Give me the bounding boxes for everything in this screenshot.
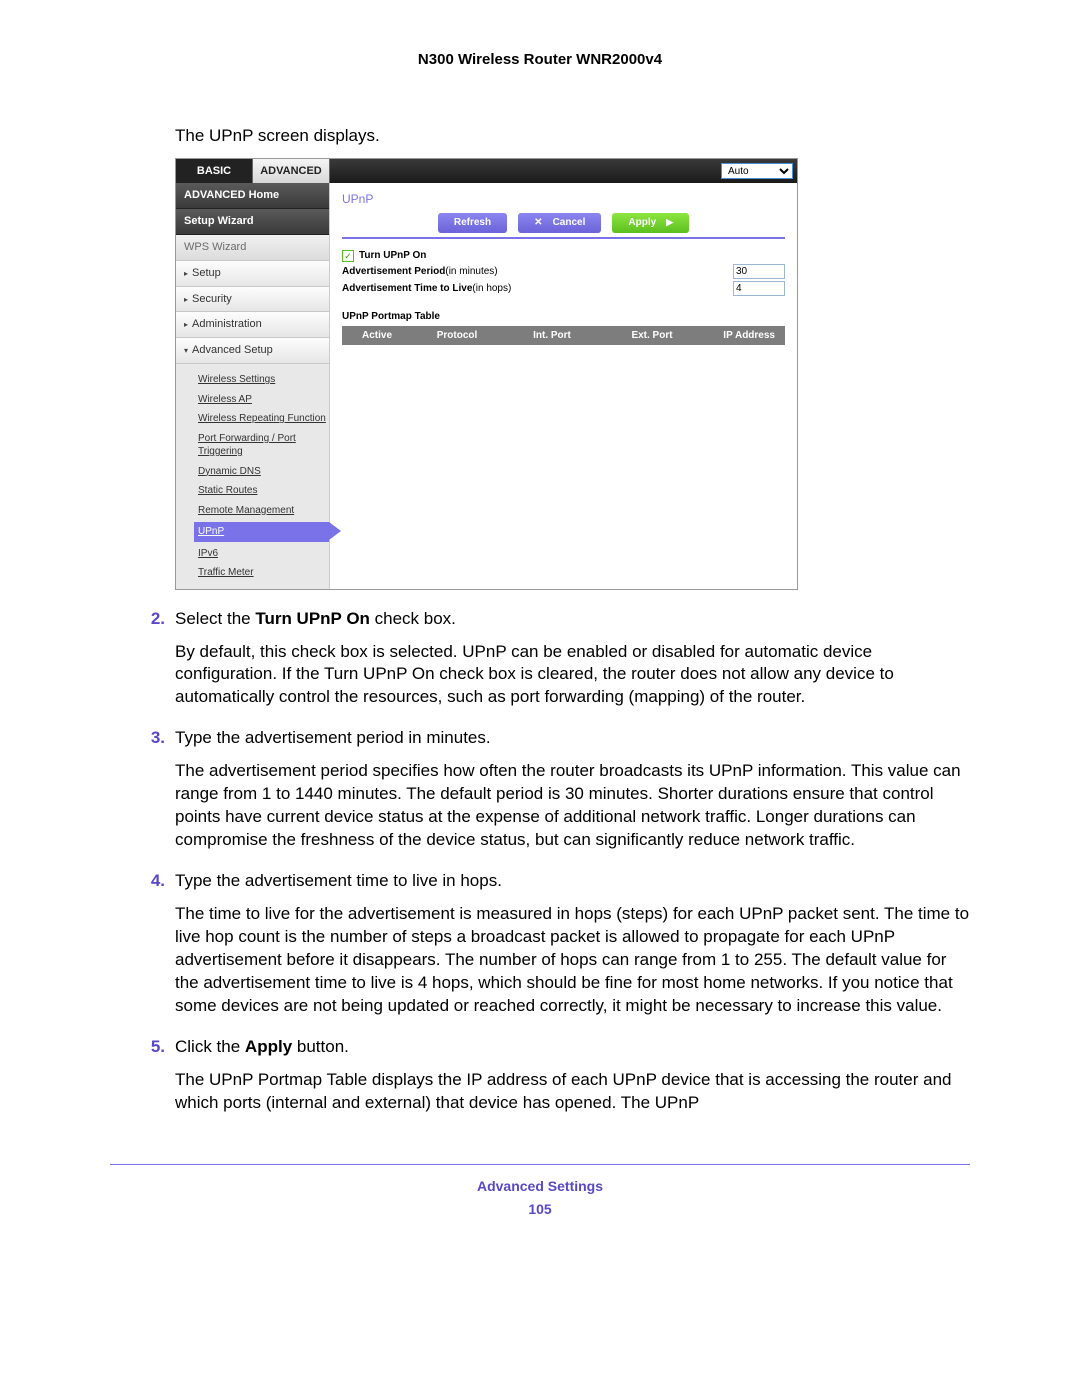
router-ui-panel: BASIC ADVANCED Auto ADVANCED Home Setup … [175, 158, 798, 589]
apply-button[interactable]: Apply▶ [612, 213, 689, 233]
sidebar-setup-wizard[interactable]: Setup Wizard [176, 209, 329, 235]
submenu-static-routes[interactable]: Static Routes [198, 481, 329, 501]
submenu-ipv6[interactable]: IPv6 [198, 544, 329, 564]
page-title: UPnP [342, 191, 785, 207]
turn-upnp-on-checkbox[interactable]: ✓ [342, 250, 354, 262]
step-2: 2. Select the Turn UPnP On check box. By… [110, 608, 970, 720]
tab-advanced[interactable]: ADVANCED [253, 159, 330, 183]
step-5-para: The UPnP Portmap Table displays the IP a… [175, 1069, 970, 1115]
submenu-wireless-repeating[interactable]: Wireless Repeating Function [198, 409, 329, 429]
refresh-button[interactable]: Refresh [438, 213, 507, 233]
step-4-line: Type the advertisement time to live in h… [175, 870, 970, 893]
turn-upnp-on-label: Turn UPnP On [359, 249, 785, 263]
tab-basic[interactable]: BASIC [176, 159, 253, 183]
col-active: Active [342, 326, 412, 346]
step-number: 4. [110, 870, 175, 1028]
submenu-wireless-ap[interactable]: Wireless AP [198, 390, 329, 410]
submenu-remote-management[interactable]: Remote Management [198, 501, 329, 521]
submenu-port-forwarding[interactable]: Port Forwarding / Port Triggering [198, 429, 329, 462]
adv-period-field[interactable] [733, 264, 785, 279]
chevron-right-icon: ▸ [184, 269, 188, 278]
chevron-right-icon: ▸ [184, 320, 188, 329]
auto-select[interactable]: Auto [721, 163, 793, 179]
step-2-line: Select the Turn UPnP On check box. [175, 608, 970, 631]
sidebar-setup[interactable]: ▸Setup [176, 261, 329, 287]
chevron-down-icon: ▾ [184, 346, 188, 355]
step-3: 3. Type the advertisement period in minu… [110, 727, 970, 862]
step-number: 5. [110, 1036, 175, 1125]
col-int-port: Int. Port [502, 326, 602, 346]
step-5-line: Click the Apply button. [175, 1036, 970, 1059]
footer-page-number: 105 [110, 1200, 970, 1219]
chevron-right-icon: ▸ [184, 295, 188, 304]
col-ip-address: IP Address [702, 326, 785, 346]
sidebar-administration[interactable]: ▸Administration [176, 312, 329, 338]
content-area: UPnP Refresh ✕Cancel Apply▶ ✓ Turn UPnP … [330, 183, 797, 588]
sidebar-submenu: Wireless Settings Wireless AP Wireless R… [176, 364, 329, 589]
step-4: 4. Type the advertisement time to live i… [110, 870, 970, 1028]
step-number: 3. [110, 727, 175, 862]
adv-ttl-field[interactable] [733, 281, 785, 296]
divider [342, 237, 785, 239]
close-icon: ✕ [534, 217, 542, 228]
step-5: 5. Click the Apply button. The UPnP Port… [110, 1036, 970, 1125]
sidebar-advanced-setup[interactable]: ▾Advanced Setup [176, 338, 329, 364]
step-2-para: By default, this check box is selected. … [175, 641, 970, 710]
adv-ttl-label: Advertisement Time to Live(in hops) [342, 282, 733, 296]
document-header: N300 Wireless Router WNR2000v4 [110, 50, 970, 70]
footer-section-title: Advanced Settings [110, 1177, 970, 1196]
submenu-wireless-settings[interactable]: Wireless Settings [198, 370, 329, 390]
adv-period-label: Advertisement Period(in minutes) [342, 265, 733, 279]
cancel-button[interactable]: ✕Cancel [518, 213, 601, 233]
lead-text: The UPnP screen displays. [175, 125, 970, 148]
sidebar-advanced-home[interactable]: ADVANCED Home [176, 183, 329, 209]
footer-rule [110, 1164, 970, 1165]
sidebar: ADVANCED Home Setup Wizard WPS Wizard ▸S… [176, 183, 330, 588]
submenu-dynamic-dns[interactable]: Dynamic DNS [198, 462, 329, 482]
portmap-table-title: UPnP Portmap Table [342, 310, 785, 324]
submenu-traffic-meter[interactable]: Traffic Meter [198, 563, 329, 583]
col-protocol: Protocol [412, 326, 502, 346]
arrow-right-icon: ▶ [666, 217, 673, 227]
step-3-line: Type the advertisement period in minutes… [175, 727, 970, 750]
portmap-table-header: Active Protocol Int. Port Ext. Port IP A… [342, 326, 785, 346]
col-ext-port: Ext. Port [602, 326, 702, 346]
step-3-para: The advertisement period specifies how o… [175, 760, 970, 852]
step-4-para: The time to live for the advertisement i… [175, 903, 970, 1018]
step-number: 2. [110, 608, 175, 720]
sidebar-security[interactable]: ▸Security [176, 287, 329, 313]
submenu-upnp[interactable]: UPnP [194, 522, 329, 542]
sidebar-wps-wizard[interactable]: WPS Wizard [176, 235, 329, 261]
